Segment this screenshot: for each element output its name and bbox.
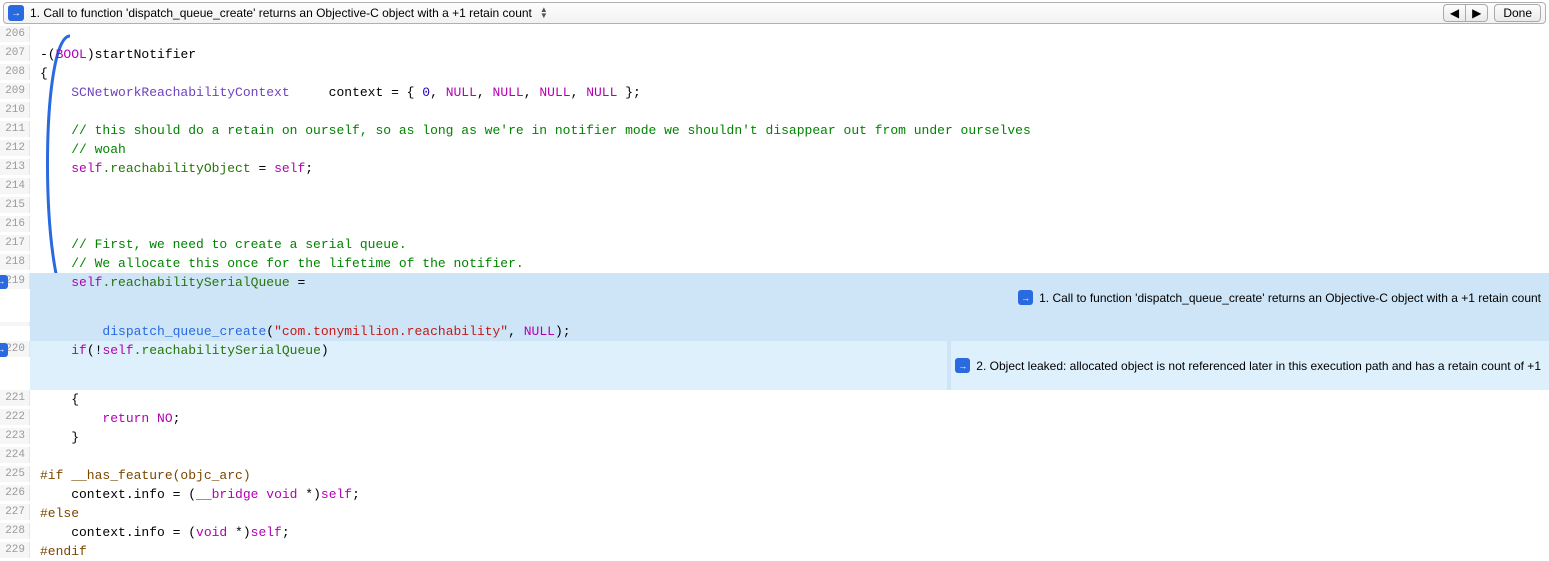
code-line: #else <box>30 504 1549 523</box>
line-number: 207 <box>0 45 30 61</box>
code-line: // We allocate this once for the lifetim… <box>30 254 1549 273</box>
line-number: 212 <box>0 140 30 156</box>
line-number <box>0 322 30 326</box>
code-line <box>30 447 1549 466</box>
code-line <box>30 197 1549 216</box>
code-line: if(!self.reachabilitySerialQueue) →2. Ob… <box>30 341 1549 390</box>
line-number: 206 <box>0 26 30 42</box>
issue-stepper[interactable]: ▲▼ <box>540 7 548 19</box>
line-number: 217 <box>0 235 30 251</box>
line-number: 223 <box>0 428 30 444</box>
code-line <box>30 178 1549 197</box>
code-line: context.info = (__bridge void *)self; <box>30 485 1549 504</box>
line-number: 210 <box>0 102 30 118</box>
line-number: 211 <box>0 121 30 137</box>
annotation-icon: → <box>1018 290 1033 305</box>
code-line: #endif <box>30 542 1549 561</box>
line-number: 224 <box>0 447 30 463</box>
code-line <box>30 216 1549 235</box>
done-button[interactable]: Done <box>1494 4 1541 22</box>
code-line: self.reachabilityObject = self; <box>30 159 1549 178</box>
code-line: // woah <box>30 140 1549 159</box>
line-number: 218 <box>0 254 30 270</box>
code-line <box>30 26 1549 45</box>
line-number: 225 <box>0 466 30 482</box>
issue-toolbar: → 1. Call to function 'dispatch_queue_cr… <box>3 2 1546 24</box>
code-line: context.info = (void *)self; <box>30 523 1549 542</box>
line-number: 215 <box>0 197 30 213</box>
prev-button[interactable]: ◀ <box>1443 4 1465 22</box>
issue-title[interactable]: 1. Call to function 'dispatch_queue_crea… <box>30 6 532 20</box>
code-editor[interactable]: 206 207-(BOOL)startNotifier 208{ 209 SCN… <box>0 26 1549 561</box>
line-number: 229 <box>0 542 30 558</box>
issue-marker-icon[interactable]: → <box>0 343 8 357</box>
code-line: dispatch_queue_create("com.tonymillion.r… <box>30 322 1549 341</box>
code-line: { <box>30 64 1549 83</box>
code-line: { <box>30 390 1549 409</box>
line-number: 208 <box>0 64 30 80</box>
annotation-bubble[interactable]: → 2. Object leaked: allocated object is n… <box>947 341 1547 390</box>
annotation-bubble[interactable]: → 1. Call to function 'dispatch_queue_cre… <box>1010 273 1547 322</box>
code-line: // this should do a retain on ourself, s… <box>30 121 1549 140</box>
line-number: 213 <box>0 159 30 175</box>
annotation-icon: → <box>955 358 970 373</box>
next-button[interactable]: ▶ <box>1465 4 1488 22</box>
annotation-text: 2. Object leaked: allocated object is no… <box>976 359 1541 373</box>
code-line: -(BOOL)startNotifier <box>30 45 1549 64</box>
code-line: return NO; <box>30 409 1549 428</box>
line-number: 214 <box>0 178 30 194</box>
line-number: 222 <box>0 409 30 425</box>
line-number: →220 <box>0 341 30 357</box>
line-number: 209 <box>0 83 30 99</box>
annotation-text: 1. Call to function 'dispatch_queue_crea… <box>1039 291 1541 305</box>
line-number: 226 <box>0 485 30 501</box>
code-line: } <box>30 428 1549 447</box>
line-number: →219 <box>0 273 30 289</box>
code-line: SCNetworkReachabilityContext context = {… <box>30 83 1549 102</box>
issue-marker-icon[interactable]: → <box>0 275 8 289</box>
code-line: // First, we need to create a serial que… <box>30 235 1549 254</box>
code-line: self.reachabilitySerialQueue = →1. Call … <box>30 273 1549 322</box>
code-line: #if __has_feature(objc_arc) <box>30 466 1549 485</box>
issue-icon: → <box>8 5 24 21</box>
line-number: 221 <box>0 390 30 406</box>
line-number: 216 <box>0 216 30 232</box>
nav-buttons: ◀ ▶ <box>1443 4 1488 22</box>
line-number: 228 <box>0 523 30 539</box>
line-number: 227 <box>0 504 30 520</box>
code-line <box>30 102 1549 121</box>
